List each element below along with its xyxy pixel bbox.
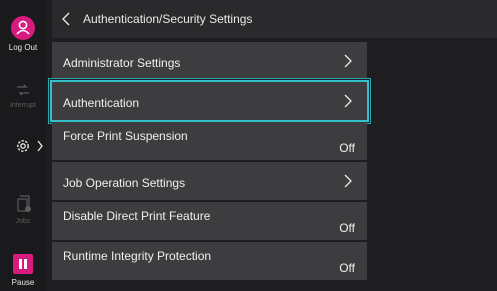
header-bar: Authentication/Security Settings bbox=[52, 0, 497, 38]
left-rail: Log Out Interrupt Jobs Pause bbox=[0, 0, 46, 291]
list-item-administrator-settings[interactable]: Administrator Settings bbox=[52, 42, 367, 80]
page-title: Authentication/Security Settings bbox=[83, 12, 253, 26]
jobs-icon bbox=[17, 195, 31, 212]
list-item-value: Off bbox=[339, 261, 355, 275]
list-item-runtime-integrity-protection[interactable]: Runtime Integrity Protection Off bbox=[52, 242, 367, 280]
chevron-right-icon bbox=[344, 54, 352, 68]
back-chevron-icon[interactable] bbox=[61, 11, 71, 27]
user-icon bbox=[11, 16, 35, 40]
chevron-right-icon bbox=[344, 174, 352, 188]
list-item-label: Authentication bbox=[63, 96, 140, 110]
list-item-authentication[interactable]: Authentication bbox=[50, 80, 369, 122]
list-item-label: Runtime Integrity Protection bbox=[63, 249, 212, 263]
pause-bar-left bbox=[19, 259, 22, 269]
pause-label: Pause bbox=[11, 278, 35, 287]
logout-label: Log Out bbox=[8, 43, 38, 52]
list-item-label: Force Print Suspension bbox=[63, 129, 188, 143]
list-item-job-operation-settings[interactable]: Job Operation Settings bbox=[52, 162, 367, 200]
chevron-right-icon bbox=[344, 94, 352, 108]
pause-icon bbox=[13, 254, 33, 274]
list-item-value: Off bbox=[339, 221, 355, 235]
gear-icon bbox=[17, 140, 29, 152]
list-item-disable-direct-print-feature[interactable]: Disable Direct Print Feature Off bbox=[52, 202, 367, 240]
list-item-value: Off bbox=[339, 141, 355, 155]
list-item-force-print-suspension[interactable]: Force Print Suspension Off bbox=[52, 122, 367, 160]
pause-bar-right bbox=[24, 259, 27, 269]
interrupt-label: Interrupt bbox=[9, 102, 37, 109]
list-item-label: Disable Direct Print Feature bbox=[63, 209, 211, 223]
jobs-label: Jobs bbox=[15, 218, 31, 225]
screen: Log Out Interrupt Jobs Pause Authenticat… bbox=[0, 0, 497, 291]
list-item-label: Job Operation Settings bbox=[63, 176, 186, 190]
chevron-right-icon bbox=[37, 140, 43, 152]
list-item-label: Administrator Settings bbox=[63, 56, 181, 70]
interrupt-icon bbox=[17, 84, 29, 96]
settings-list: Administrator Settings Authentication Fo… bbox=[50, 42, 369, 282]
